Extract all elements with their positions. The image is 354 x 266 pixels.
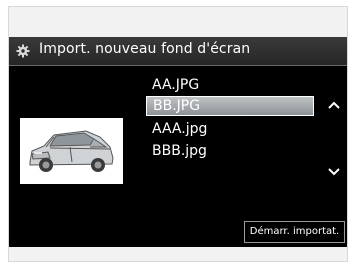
device-frame: Import. nouveau fond d'écran AA.JPG BB.J… [8, 6, 348, 262]
file-item-aaa[interactable]: AAA.jpg [146, 119, 314, 139]
file-item-bb[interactable]: BB.JPG [146, 96, 314, 116]
car-thumbnail [20, 118, 123, 184]
page-title: Import. nouveau fond d'écran [39, 41, 251, 57]
start-import-button[interactable]: Démarr. importat. [244, 221, 345, 243]
gear-icon [16, 44, 30, 58]
title-bar: Import. nouveau fond d'écran [9, 37, 347, 66]
chevron-up-icon[interactable] [327, 100, 341, 110]
chevron-down-icon[interactable] [327, 167, 341, 177]
screen: Import. nouveau fond d'écran AA.JPG BB.J… [9, 37, 347, 247]
file-item-aa[interactable]: AA.JPG [146, 75, 314, 95]
file-item-bbb[interactable]: BBB.jpg [146, 141, 314, 161]
